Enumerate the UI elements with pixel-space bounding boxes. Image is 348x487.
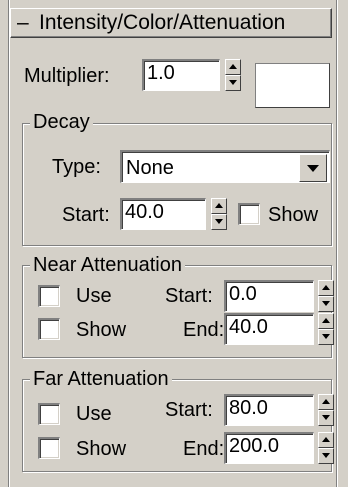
near-start-field[interactable]: 0.0 [224, 280, 314, 312]
near-end-spinner[interactable] [318, 313, 334, 345]
spinner-down-icon[interactable] [211, 214, 227, 230]
near-start-spinner[interactable] [318, 280, 334, 312]
far-start-spinner[interactable] [318, 394, 334, 426]
decay-start-spinner[interactable] [211, 198, 227, 230]
far-show-checkbox[interactable] [38, 437, 60, 459]
far-use-checkbox[interactable] [38, 403, 60, 425]
near-start-label: Start: [165, 285, 213, 307]
decay-type-label: Type: [52, 156, 101, 178]
near-use-label: Use [76, 285, 112, 307]
rollout-title: Intensity/Color/Attenuation [39, 11, 286, 34]
near-end-label: End: [183, 319, 225, 341]
decay-type-value: None [126, 157, 174, 179]
near-attenuation-legend: Near Attenuation [30, 254, 185, 276]
multiplier-field[interactable]: 1.0 [142, 59, 220, 91]
far-attenuation-legend: Far Attenuation [30, 368, 172, 390]
decay-show-checkbox[interactable] [238, 203, 260, 225]
rollout-right-border [336, 0, 338, 487]
spinner-up-icon[interactable] [318, 313, 334, 329]
decay-start-label: Start: [62, 204, 110, 226]
spinner-up-icon[interactable] [318, 432, 334, 448]
spinner-down-icon[interactable] [318, 410, 334, 426]
spinner-down-icon[interactable] [225, 75, 241, 91]
multiplier-spinner[interactable] [225, 59, 241, 91]
far-show-label: Show [76, 438, 127, 460]
spinner-up-icon[interactable] [318, 394, 334, 410]
far-end-field[interactable]: 200.0 [224, 432, 314, 464]
spinner-down-icon[interactable] [318, 296, 334, 312]
multiplier-label: Multiplier: [24, 65, 110, 87]
chevron-down-icon[interactable] [299, 154, 327, 182]
far-end-spinner[interactable] [318, 432, 334, 464]
decay-start-field[interactable]: 40.0 [120, 198, 206, 230]
decay-show-label: Show [268, 204, 319, 226]
rollout-header[interactable]: – Intensity/Color/Attenuation [10, 8, 332, 38]
color-swatch[interactable] [255, 63, 330, 108]
spinner-down-icon[interactable] [318, 448, 334, 464]
spinner-down-icon[interactable] [318, 329, 334, 345]
far-start-label: Start: [165, 399, 213, 421]
rollout-left-border [8, 0, 10, 487]
spinner-up-icon[interactable] [225, 59, 241, 75]
collapse-icon[interactable]: – [17, 9, 29, 37]
spinner-up-icon[interactable] [211, 198, 227, 214]
spinner-up-icon[interactable] [318, 280, 334, 296]
far-use-label: Use [76, 403, 112, 425]
near-end-field[interactable]: 40.0 [224, 313, 314, 345]
far-end-label: End: [183, 438, 225, 460]
far-start-field[interactable]: 80.0 [224, 394, 314, 426]
decay-legend: Decay [30, 111, 93, 133]
near-show-checkbox[interactable] [38, 318, 60, 340]
near-show-label: Show [76, 319, 127, 341]
decay-type-dropdown[interactable]: None [120, 150, 330, 183]
near-use-checkbox[interactable] [38, 285, 60, 307]
